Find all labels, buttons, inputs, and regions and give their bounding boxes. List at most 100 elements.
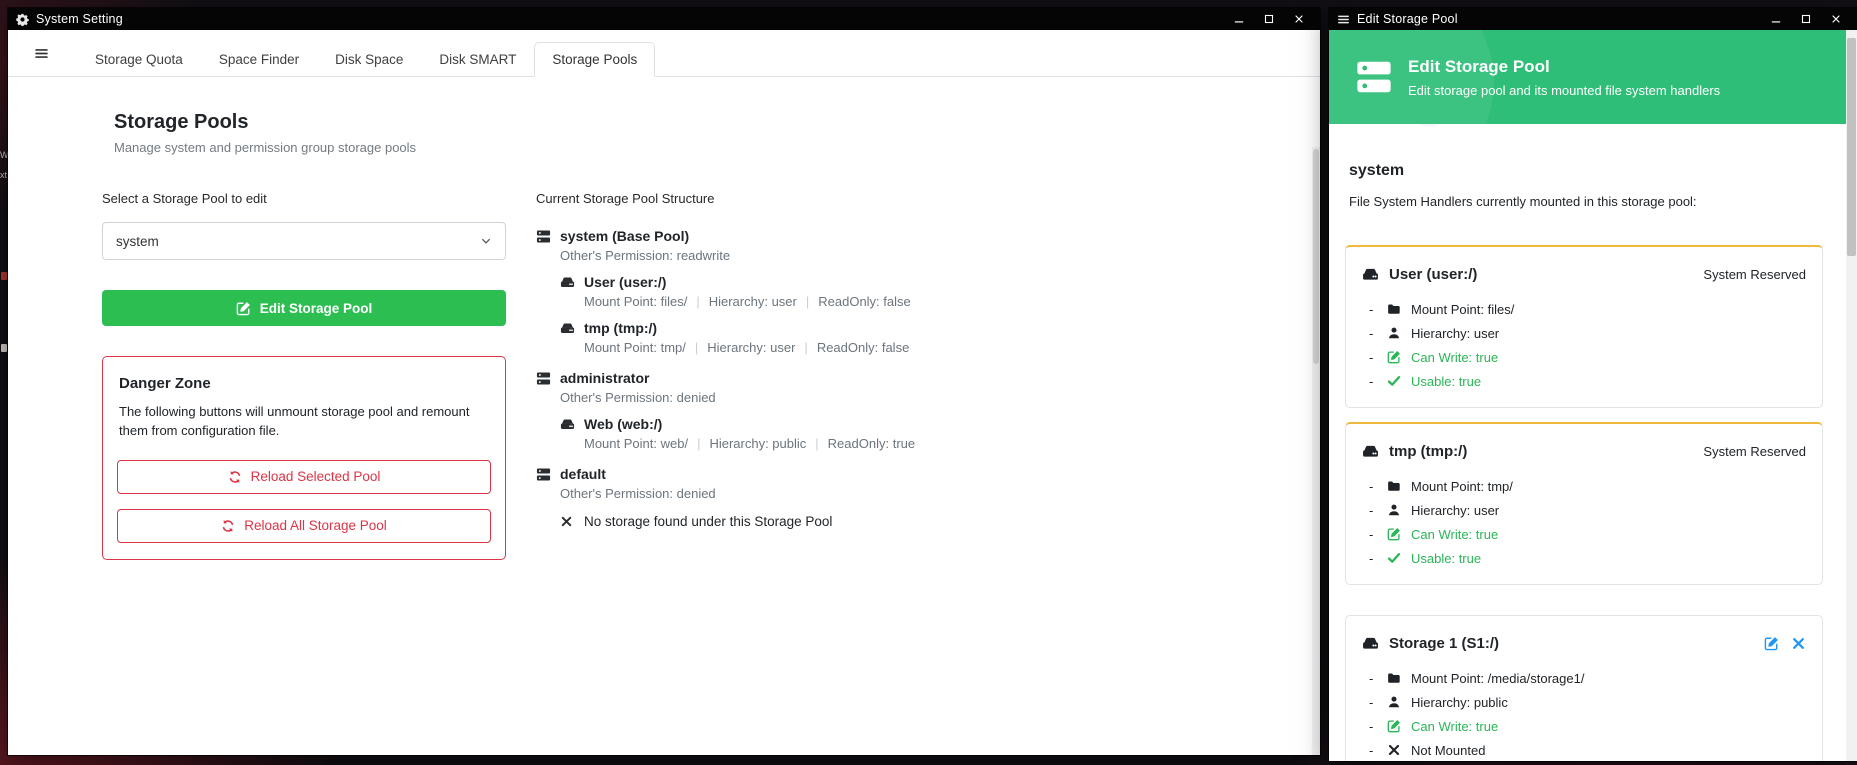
unmount-handler-button[interactable] [1791, 636, 1806, 651]
scrollbar-thumb[interactable] [1313, 149, 1319, 364]
child-row[interactable]: Web (web:/) [560, 414, 1290, 434]
tab-storage-quota[interactable]: Storage Quota [77, 42, 201, 77]
hdd-icon [1362, 266, 1379, 283]
pool-structure-column: Current Storage Pool Structure system (B… [536, 191, 1290, 560]
child-row[interactable]: User (user:/) [560, 272, 1290, 292]
tab-disk-space[interactable]: Disk Space [317, 42, 421, 77]
handler-row-can-write: Can Write: true [1362, 522, 1806, 546]
handler-row-can-write: Can Write: true [1362, 345, 1806, 369]
storage-pool-tree: system (Base Pool) Other's Permission: r… [536, 226, 1290, 529]
handler-card-user: User (user:/) System Reserved Mount Poin… [1345, 245, 1823, 408]
handler-row-usable: Usable: true [1362, 369, 1806, 393]
reload-selected-label: Reload Selected Pool [251, 469, 381, 484]
close-button[interactable] [1821, 8, 1851, 30]
refresh-icon [221, 519, 235, 533]
detail-hierarchy: Hierarchy: user [687, 294, 797, 309]
window-title: System Setting [36, 12, 123, 26]
handler-card-storage1: Storage 1 (S1:/) Mount Point: /media/sto… [1345, 615, 1823, 761]
minimize-button[interactable] [1224, 8, 1254, 30]
danger-zone-description: The following buttons will unmount stora… [119, 403, 489, 441]
tab-bar: Storage Quota Space Finder Disk Space Di… [8, 30, 1320, 77]
edit-icon [1387, 719, 1401, 733]
system-reserved-badge: System Reserved [1703, 267, 1806, 282]
chevron-down-icon [480, 235, 492, 247]
reload-selected-pool-button[interactable]: Reload Selected Pool [117, 460, 491, 494]
pool-row[interactable]: system (Base Pool) [536, 226, 1290, 246]
child-name: User (user:/) [584, 274, 666, 290]
row-text: Mount Point: /media/storage1/ [1411, 671, 1584, 686]
hdd-icon [560, 275, 575, 290]
pool-selector-column: Select a Storage Pool to edit system Edi… [102, 191, 506, 560]
edit-storage-pool-button[interactable]: Edit Storage Pool [102, 290, 506, 326]
row-text: Hierarchy: user [1411, 503, 1499, 518]
user-icon [1387, 695, 1401, 709]
maximize-button[interactable] [1791, 8, 1821, 30]
scrollbar-thumb[interactable] [1847, 38, 1856, 256]
maximize-icon [1801, 14, 1811, 24]
handler-row-can-write: Can Write: true [1362, 714, 1806, 738]
scrollbar[interactable] [1846, 30, 1857, 761]
reload-all-pool-button[interactable]: Reload All Storage Pool [117, 509, 491, 543]
page-title: Storage Pools [114, 111, 1290, 134]
danger-zone-title: Danger Zone [119, 375, 489, 392]
hamburger-menu-icon[interactable] [32, 46, 51, 61]
handler-row-usable: Usable: true [1362, 546, 1806, 570]
detail-mount-point: Mount Point: files/ [584, 294, 687, 309]
handler-actions [1764, 636, 1806, 651]
pool-permission: Other's Permission: denied [560, 486, 1290, 501]
storage-pool-select[interactable]: system [102, 222, 506, 260]
gear-icon [16, 13, 29, 26]
close-button[interactable] [1284, 8, 1314, 30]
no-storage-message: No storage found under this Storage Pool [560, 514, 1290, 529]
child-name: tmp (tmp:/) [584, 320, 657, 336]
minimize-button[interactable] [1761, 8, 1791, 30]
handler-row-hierarchy: Hierarchy: user [1362, 498, 1806, 522]
tab-disk-smart[interactable]: Disk SMART [421, 42, 534, 77]
window-controls [1761, 8, 1851, 30]
pool-system: system (Base Pool) Other's Permission: r… [536, 226, 1290, 355]
list-icon [1337, 13, 1350, 26]
child-details: Mount Point: tmp/ Hierarchy: user ReadOn… [584, 340, 1290, 355]
pool-default: default Other's Permission: denied No st… [536, 464, 1290, 529]
server-icon [536, 467, 551, 482]
row-text: Usable: true [1411, 551, 1481, 566]
close-icon [1831, 14, 1841, 24]
hdd-icon [560, 321, 575, 336]
selected-pool-value: system [116, 234, 159, 249]
banner-decoration [1329, 30, 1494, 124]
detail-hierarchy: Hierarchy: user [686, 340, 796, 355]
check-icon [1387, 374, 1401, 388]
system-setting-window: System Setting Storage Quota Space Finde… [8, 8, 1320, 755]
x-icon [560, 515, 573, 528]
watermark-ring [1403, 124, 1455, 127]
server-icon [536, 371, 551, 386]
detail-mount-point: Mount Point: web/ [584, 436, 688, 451]
pool-row[interactable]: default [536, 464, 1290, 484]
page-subtitle: Manage system and permission group stora… [114, 140, 1290, 155]
handlers-description: File System Handlers currently mounted i… [1349, 194, 1823, 209]
handler-row-mount-point: Mount Point: /media/storage1/ [1362, 666, 1806, 690]
edit-icon [1764, 636, 1779, 651]
close-icon [1294, 14, 1304, 24]
edit-storage-pool-window: Edit Storage Pool Edit Storage Pool Edit… [1329, 8, 1857, 761]
user-icon [1387, 503, 1401, 517]
handler-row-mount-point: Mount Point: tmp/ [1362, 474, 1806, 498]
detail-readonly: ReadOnly: false [795, 340, 909, 355]
handler-row-mount-point: Mount Point: files/ [1362, 297, 1806, 321]
maximize-button[interactable] [1254, 8, 1284, 30]
detail-hierarchy: Hierarchy: public [688, 436, 806, 451]
select-pool-label: Select a Storage Pool to edit [102, 191, 506, 206]
tab-space-finder[interactable]: Space Finder [201, 42, 317, 77]
child-details: Mount Point: files/ Hierarchy: user Read… [584, 294, 1290, 309]
handler-row-hierarchy: Hierarchy: user [1362, 321, 1806, 345]
titlebar[interactable]: Edit Storage Pool [1329, 8, 1857, 30]
titlebar[interactable]: System Setting [8, 8, 1320, 30]
child-row[interactable]: tmp (tmp:/) [560, 318, 1290, 338]
empty-message-text: No storage found under this Storage Pool [584, 514, 832, 529]
handler-row-not-mounted: Not Mounted [1362, 738, 1806, 761]
tab-storage-pools[interactable]: Storage Pools [534, 42, 655, 77]
detail-readonly: ReadOnly: true [806, 436, 915, 451]
edit-handler-button[interactable] [1764, 636, 1779, 651]
pool-row[interactable]: administrator [536, 368, 1290, 388]
scrollbar[interactable] [1312, 147, 1320, 755]
